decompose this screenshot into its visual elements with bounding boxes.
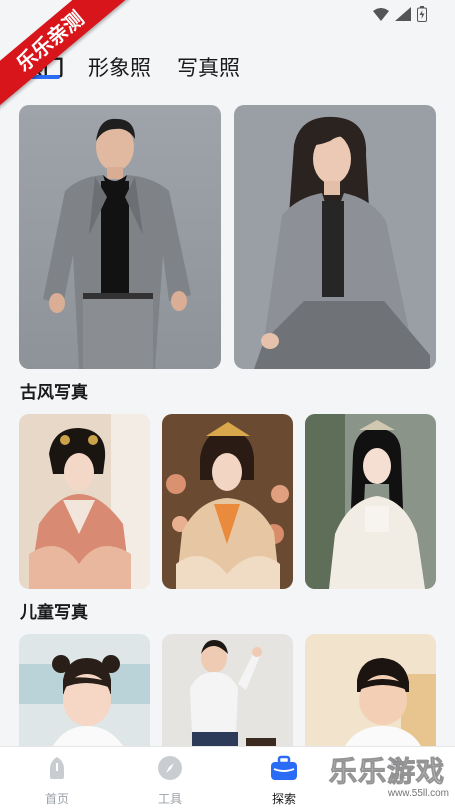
nav-profile[interactable] bbox=[362, 755, 432, 790]
tab-portrait[interactable]: 形象照 bbox=[88, 52, 151, 82]
category-tabs: 热门 形象照 写真照 bbox=[0, 52, 455, 84]
profile-icon bbox=[387, 758, 407, 779]
nav-tools[interactable]: 工具 bbox=[135, 755, 205, 807]
nav-home[interactable]: 首页 bbox=[22, 755, 92, 807]
photo-card-child-1[interactable] bbox=[19, 634, 150, 746]
photo-card-male-suit[interactable] bbox=[19, 105, 221, 369]
compass-icon bbox=[158, 756, 182, 780]
male-suit-photo bbox=[19, 105, 221, 369]
status-bar bbox=[0, 0, 455, 30]
photo-card-female-blazer[interactable] bbox=[234, 105, 436, 369]
home-icon bbox=[50, 757, 64, 779]
nav-home-label: 首页 bbox=[44, 792, 69, 806]
child-photo-3 bbox=[305, 634, 436, 746]
photo-card-child-3[interactable] bbox=[305, 634, 436, 746]
ancient-style-photo-3 bbox=[305, 414, 436, 589]
tab-photo-shoot[interactable]: 写真照 bbox=[177, 52, 240, 82]
section-title-ancient-style: 古风写真 bbox=[20, 383, 88, 402]
photo-card-child-2[interactable] bbox=[162, 634, 293, 746]
battery-icon bbox=[417, 6, 427, 22]
photo-card-ancient-1[interactable] bbox=[19, 414, 150, 589]
photo-card-ancient-3[interactable] bbox=[305, 414, 436, 589]
ancient-style-photo-1 bbox=[19, 414, 150, 589]
child-photo-2 bbox=[162, 634, 293, 746]
photo-card-ancient-2[interactable] bbox=[162, 414, 293, 589]
signal-icon bbox=[395, 7, 411, 21]
section-title-children: 儿童写真 bbox=[20, 603, 88, 622]
nav-explore-label: 探索 bbox=[271, 792, 296, 806]
nav-tools-label: 工具 bbox=[157, 792, 182, 806]
bottom-navigation: 首页 工具 探索 乐乐游戏 www.55ll.com bbox=[0, 746, 455, 810]
wifi-icon bbox=[373, 8, 389, 21]
active-tab-indicator bbox=[30, 75, 60, 79]
nav-explore[interactable]: 探索 bbox=[249, 755, 319, 807]
child-photo-1 bbox=[19, 634, 150, 746]
female-blazer-photo bbox=[234, 105, 436, 369]
ancient-style-photo-2 bbox=[162, 414, 293, 589]
briefcase-icon bbox=[271, 755, 297, 780]
